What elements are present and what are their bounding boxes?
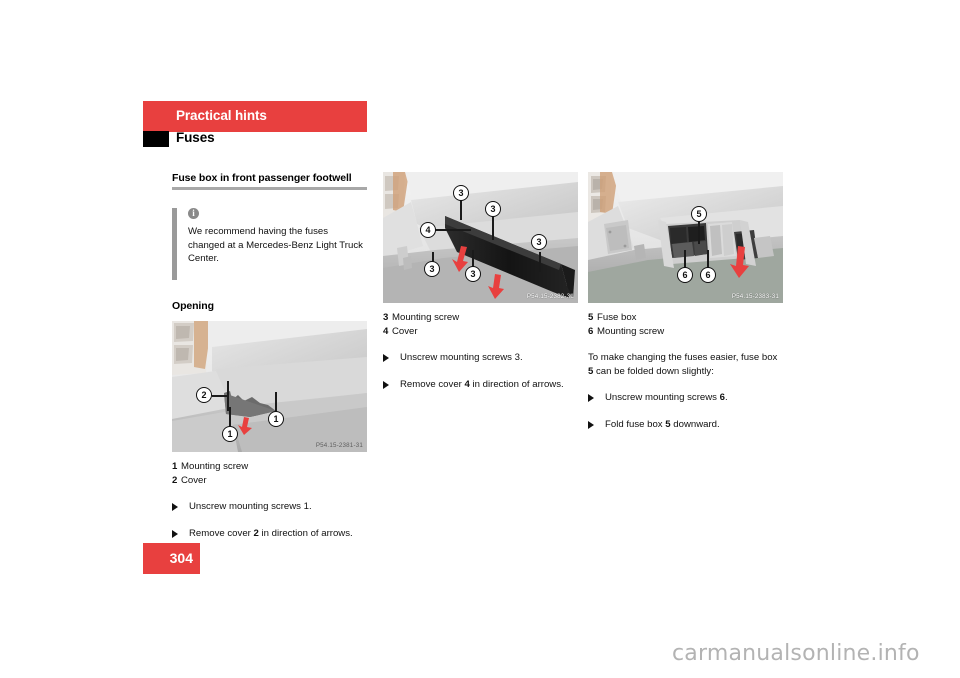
note-accent-bar <box>172 208 177 280</box>
bullet-triangle-icon <box>588 394 594 402</box>
legend-number: 2 <box>172 474 178 486</box>
step-item: Remove cover 4 in direction of arrows. <box>383 378 578 392</box>
legend-label: Cover <box>181 474 207 486</box>
intro-paragraph-pre: To make changing the fuses easier, fuse … <box>588 352 778 363</box>
legend-list-1: 1 Mounting screw 2 Cover <box>172 460 367 487</box>
legend-number: 4 <box>383 325 389 337</box>
callout-3-c: 3 <box>424 261 440 277</box>
callout-1-left: 1 <box>222 426 238 442</box>
bullet-triangle-icon <box>172 529 178 538</box>
callout-4: 4 <box>420 222 436 238</box>
step-text-tail: downward. <box>670 418 720 430</box>
callout-3-d: 3 <box>465 266 481 282</box>
step-text-tail: in direction of arrows. <box>469 378 564 390</box>
legend-label: Mounting screw <box>392 312 460 323</box>
step-text: Unscrew mounting screws 3. <box>400 352 523 363</box>
step-item: Unscrew mounting screws 3. <box>383 351 578 365</box>
legend-list-3: 5 Fuse box 6 Mounting screw <box>588 311 783 338</box>
callout-1-right: 1 <box>268 411 284 427</box>
column-left: Fuse box in front passenger footwell We … <box>172 172 367 540</box>
watermark: carmanualsonline.info <box>672 641 920 666</box>
block-heading-opening: Opening <box>172 300 214 312</box>
step-text-tail: in direction of arrows. <box>258 527 353 539</box>
legend-item: 5 Fuse box <box>588 311 783 325</box>
step-text-tail: . <box>724 392 728 403</box>
heading-underline <box>172 187 367 190</box>
note-text: We recommend having the fuses changed at… <box>188 226 363 264</box>
callout-3-b: 3 <box>485 201 501 217</box>
chapter-banner: Practical hints <box>143 101 367 132</box>
bullet-triangle-icon <box>383 380 389 389</box>
section-title: Fuses <box>176 130 215 145</box>
step-item: Unscrew mounting screws 6. <box>588 391 783 405</box>
bullet-triangle-icon <box>172 503 178 511</box>
figure-code: P54.15-2383-31 <box>731 293 779 300</box>
intro-paragraph: To make changing the fuses easier, fuse … <box>588 351 783 378</box>
step-text: Remove cover <box>189 527 254 539</box>
column-right: 5 6 6 P54.15-2383-31 5 Fuse box 6 Mounting… <box>588 172 783 431</box>
figure-code: P54.15-2381-31 <box>315 442 363 449</box>
step-text: Unscrew mounting screws 1. <box>189 501 312 512</box>
legend-item: 3 Mounting screw <box>383 311 578 325</box>
legend-item: 1 Mounting screw <box>172 460 367 474</box>
leader-line <box>435 229 471 231</box>
figure-cover-removal: 2 1 1 P54.15-2381-31 <box>172 321 367 452</box>
intro-paragraph-post: can be folded down slightly: <box>593 365 714 377</box>
legend-label: Mounting screw <box>597 325 665 337</box>
legend-item: 2 Cover <box>172 474 367 488</box>
leader-line <box>698 222 700 244</box>
bullet-triangle-icon <box>588 420 594 429</box>
callout-5: 5 <box>691 206 707 222</box>
leader-line <box>460 198 462 220</box>
figure-sill-trim: 3 3 4 3 3 3 P54.15-2382-31 <box>383 172 578 303</box>
callout-6-right: 6 <box>700 267 716 283</box>
page-number: 304 <box>169 550 193 566</box>
leader-line <box>684 250 686 268</box>
leader-line <box>212 395 228 397</box>
column-middle: 3 3 4 3 3 3 P54.15-2382-31 3 Mounting scr… <box>383 172 578 391</box>
step-text: Unscrew mounting screws <box>605 392 720 403</box>
step-item: Remove cover 2 in direction of arrows. <box>172 527 367 541</box>
legend-number: 1 <box>172 461 178 472</box>
step-item: Unscrew mounting screws 1. <box>172 500 367 514</box>
legend-item: 4 Cover <box>383 325 578 339</box>
step-item: Fold fuse box 5 downward. <box>588 418 783 432</box>
leader-line <box>492 214 494 240</box>
legend-label: Cover <box>392 325 418 337</box>
figure-fuse-box: 5 6 6 P54.15-2383-31 <box>588 172 783 303</box>
callout-2: 2 <box>196 387 212 403</box>
figure-2-artwork <box>383 172 578 303</box>
page-number-box: 304 <box>143 543 200 574</box>
bullet-triangle-icon <box>383 354 389 362</box>
chapter-title: Practical hints <box>176 108 267 123</box>
legend-number: 6 <box>588 325 594 337</box>
leader-line <box>539 252 541 272</box>
info-icon <box>188 207 199 219</box>
legend-number: 3 <box>383 312 389 323</box>
callout-3-e: 3 <box>531 234 547 250</box>
manual-page: Practical hints Fuses Fuse box in front … <box>0 0 960 678</box>
figure-3-artwork <box>588 172 783 303</box>
leader-line <box>707 250 709 268</box>
callout-6-left: 6 <box>677 267 693 283</box>
step-text: Fold fuse box <box>605 418 666 430</box>
subsection-heading: Fuse box in front passenger footwell <box>172 172 352 184</box>
legend-list-2: 3 Mounting screw 4 Cover <box>383 311 578 338</box>
figure-code: P54.15-2382-31 <box>526 293 574 300</box>
legend-label: Fuse box <box>597 312 637 323</box>
legend-number: 5 <box>588 312 594 323</box>
note-box: We recommend having the fuses changed at… <box>172 207 367 280</box>
section-marker-square <box>143 131 169 147</box>
callout-3-a: 3 <box>453 185 469 201</box>
legend-item: 6 Mounting screw <box>588 325 783 339</box>
step-text: Remove cover <box>400 378 465 390</box>
legend-label: Mounting screw <box>181 461 249 472</box>
